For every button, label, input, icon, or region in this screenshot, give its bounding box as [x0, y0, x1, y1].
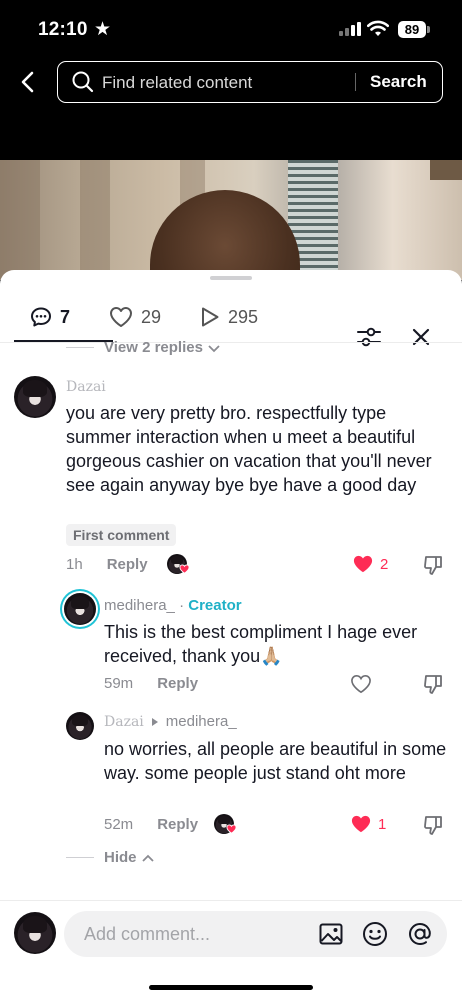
add-comment-field[interactable]: Add comment...	[64, 911, 447, 957]
heart-outline-icon	[110, 307, 132, 327]
like-count: 1	[378, 815, 387, 833]
reply-time: 59m	[104, 675, 134, 692]
comment-bubble-icon	[31, 307, 51, 327]
wifi-icon	[367, 20, 389, 36]
like-count: 2	[380, 555, 389, 573]
reply-to-username[interactable]: medihera_	[166, 713, 237, 730]
heart-outline-icon[interactable]	[350, 674, 372, 694]
tab-comments[interactable]: 7	[30, 306, 70, 328]
status-bar: 12:10 ★ 89	[0, 0, 462, 58]
creator-label: Creator	[188, 597, 242, 614]
view-replies-button[interactable]: View 2 replies	[66, 339, 221, 356]
reply-button[interactable]: Reply	[157, 675, 198, 692]
tab-likes[interactable]: 29	[109, 306, 161, 328]
emoji-icon[interactable]	[362, 921, 388, 947]
sheet-drag-handle[interactable]	[210, 276, 252, 280]
battery-cap	[427, 26, 430, 33]
heart-filled-icon	[351, 815, 371, 833]
tab-views[interactable]: 295	[200, 306, 258, 328]
reply-meta: 59m Reply	[104, 675, 198, 692]
cellular-signal-icon	[339, 22, 361, 36]
tab-comments-count: 7	[60, 306, 71, 327]
composer-divider	[0, 900, 462, 901]
filter-sliders-icon[interactable]	[356, 326, 382, 348]
avatar[interactable]	[14, 376, 56, 418]
heart-filled-icon	[353, 555, 373, 573]
reply-text: no worries, all people are beautiful in …	[104, 739, 447, 783]
like-button[interactable]: 2	[352, 554, 388, 574]
reply-text: This is the best compliment I hage ever …	[104, 622, 418, 666]
back-button[interactable]	[14, 66, 42, 98]
hide-label: Hide	[104, 849, 137, 866]
reply-time: 52m	[104, 816, 134, 833]
search-input[interactable]: Find related content	[102, 73, 252, 93]
reply-username-row: Dazai medihera_	[104, 713, 237, 730]
reply-meta: 52m Reply	[104, 816, 198, 833]
like-button[interactable]: 1	[350, 814, 386, 834]
comment-tabs: 7 29 295	[0, 292, 462, 347]
image-icon[interactable]	[318, 921, 344, 947]
close-icon[interactable]	[411, 327, 431, 347]
view-replies-label: View 2 replies	[104, 339, 203, 356]
comment-username[interactable]: Dazai	[66, 379, 106, 395]
reply-button[interactable]: Reply	[107, 556, 148, 573]
chevron-up-icon	[141, 854, 154, 862]
dislike-icon[interactable]	[422, 673, 444, 695]
play-outline-icon	[202, 307, 219, 327]
comment-text: you are very pretty bro. respectfully ty…	[66, 403, 432, 495]
tab-views-count: 295	[228, 306, 259, 327]
search-icon	[72, 71, 94, 93]
home-indicator	[149, 985, 313, 990]
mention-icon[interactable]	[407, 921, 433, 947]
small-heart-icon	[179, 564, 190, 574]
reply-username[interactable]: Dazai	[104, 714, 144, 730]
reply-username-row: medihera_ · Creator	[104, 597, 242, 614]
battery-indicator: 89	[398, 21, 426, 38]
add-comment-input[interactable]: Add comment...	[84, 924, 210, 945]
star-icon: ★	[94, 19, 112, 40]
back-arrow-icon	[21, 71, 34, 93]
comments-sheet: 7 29 295 View 2 replies Dazai you are ve…	[0, 270, 462, 1000]
reply-username[interactable]: medihera_	[104, 597, 175, 614]
status-time: 12:10	[38, 19, 88, 40]
avatar[interactable]	[66, 712, 94, 740]
chevron-down-icon	[208, 344, 220, 352]
search-bar[interactable]: Find related content Search	[57, 61, 443, 103]
dislike-icon[interactable]	[422, 814, 444, 836]
reply-arrow-icon	[151, 717, 158, 726]
tab-likes-count: 29	[141, 306, 162, 327]
dislike-icon[interactable]	[422, 554, 444, 576]
hide-replies-button[interactable]: Hide	[66, 849, 155, 866]
my-avatar[interactable]	[14, 912, 56, 954]
first-comment-badge: First comment	[66, 524, 177, 546]
comment-meta: 1h Reply	[66, 556, 148, 573]
search-button[interactable]: Search	[370, 72, 427, 92]
comment-time: 1h	[66, 556, 83, 573]
small-heart-icon	[226, 824, 237, 834]
reply-button[interactable]: Reply	[157, 816, 198, 833]
creator-avatar[interactable]	[64, 593, 96, 625]
search-divider	[355, 73, 356, 91]
video-background-image	[0, 160, 462, 280]
